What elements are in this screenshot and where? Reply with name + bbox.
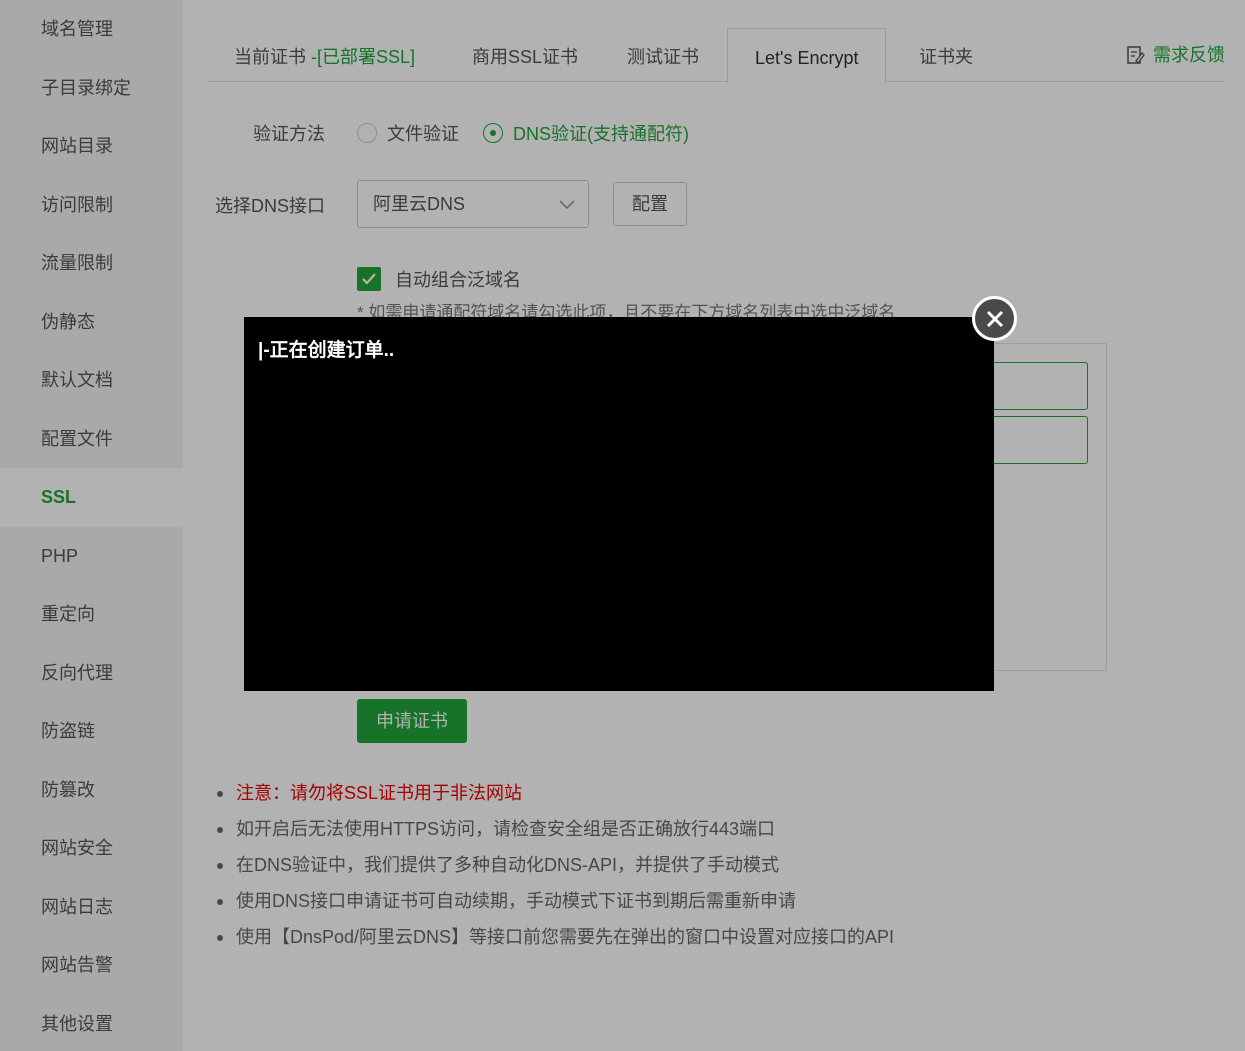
- progress-log-modal: |-正在创建订单..: [244, 317, 994, 691]
- close-modal-button[interactable]: [972, 296, 1017, 341]
- close-icon: [986, 310, 1003, 327]
- log-output: |-正在创建订单..: [258, 340, 395, 361]
